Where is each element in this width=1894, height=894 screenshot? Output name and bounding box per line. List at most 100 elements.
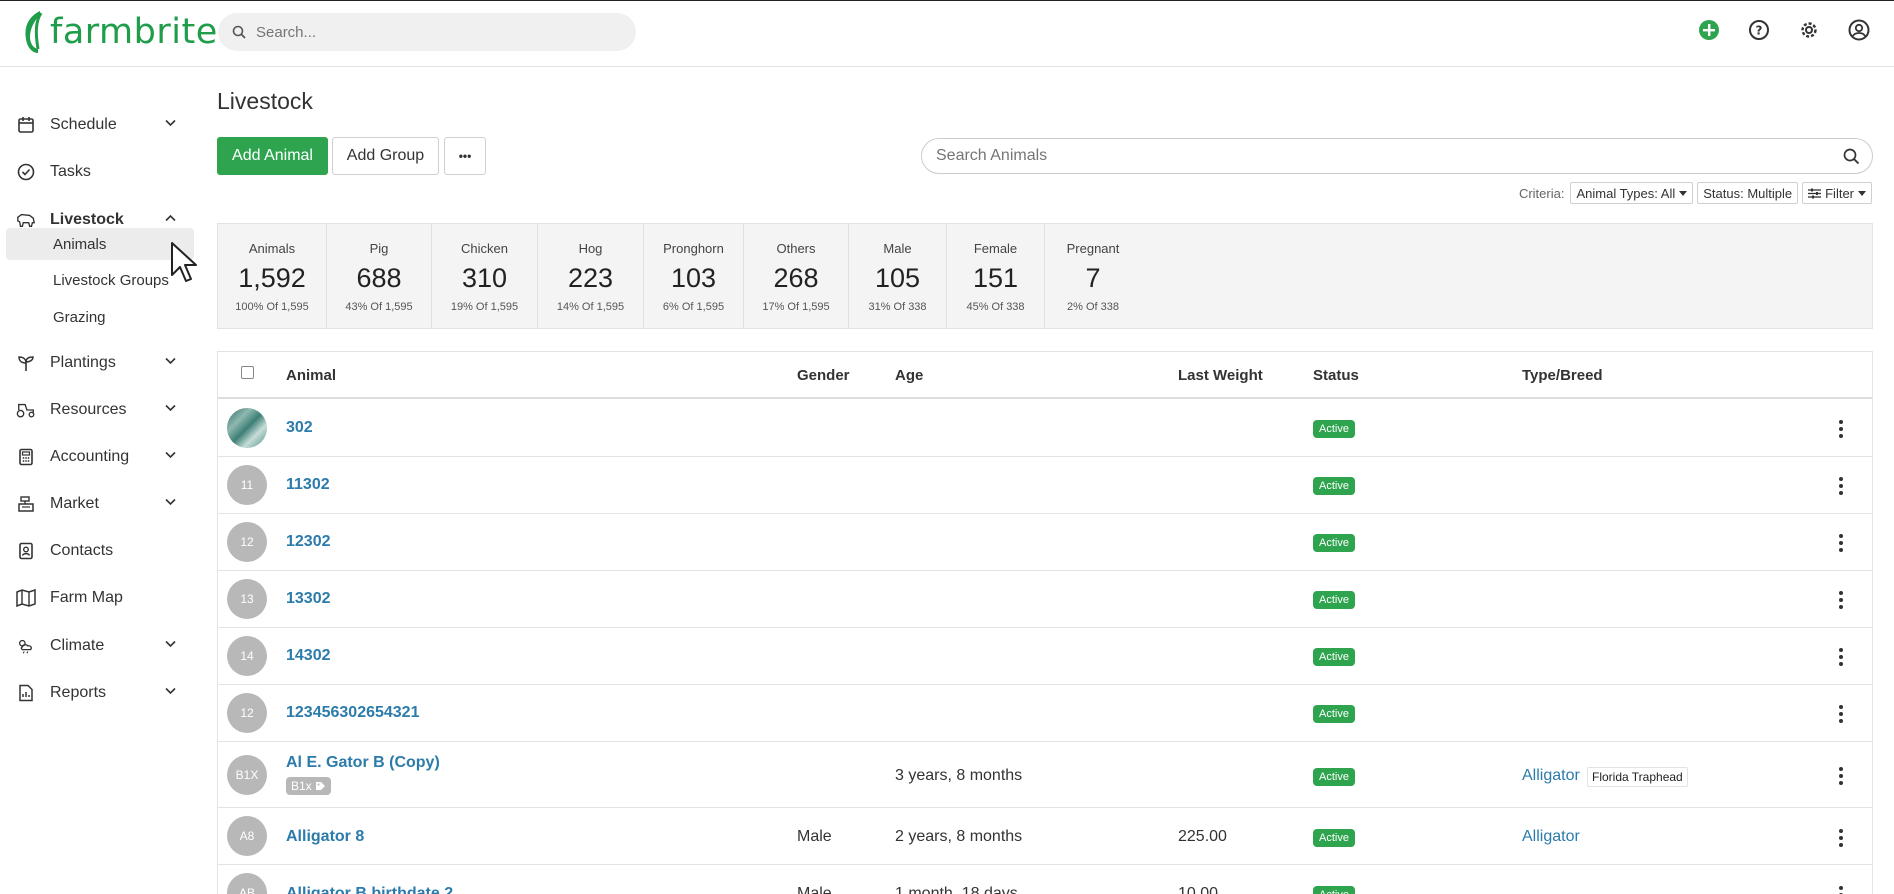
status-badge: Active [1313,648,1355,666]
sidebar-item-label: Reports [50,684,107,701]
sidebar-item-resources[interactable]: Resources [0,392,195,428]
sidebar: Schedule Tasks Livestock Animals Livesto… [0,68,200,894]
status-badge: Active [1313,591,1355,609]
sidebar-item-climate[interactable]: Climate [0,628,195,664]
tag-icon [315,782,325,790]
row-actions-icon[interactable] [1838,829,1844,847]
global-search-input[interactable] [256,23,616,41]
stat-others[interactable]: Others 268 17% Of 1,595 [744,224,849,328]
animal-name-link[interactable]: Al E. Gator B (Copy) [286,754,440,772]
stat-animals[interactable]: Animals 1,592 100% Of 1,595 [218,224,327,328]
table-row[interactable]: 11 11302 Active [218,457,1872,514]
sidebar-item-label: Livestock [50,211,124,228]
animal-avatar[interactable]: AB [227,873,267,894]
animal-tag[interactable]: B1x [286,777,331,795]
sidebar-item-label: Plantings [50,354,116,371]
search-icon[interactable] [1843,148,1860,165]
sidebar-subitem-livestock-groups[interactable]: Livestock Groups [6,264,194,296]
animal-avatar[interactable]: 11 [227,465,267,505]
sidebar-item-tasks[interactable]: Tasks [0,154,195,190]
stat-pronghorn[interactable]: Pronghorn 103 6% Of 1,595 [644,224,744,328]
sidebar-item-market[interactable]: Market [0,486,195,522]
row-actions-icon[interactable] [1838,705,1844,723]
stat-chicken[interactable]: Chicken 310 19% Of 1,595 [432,224,538,328]
gear-icon[interactable] [1796,17,1822,43]
animal-name-link[interactable]: 14302 [286,647,331,665]
animal-name-link[interactable]: Alligator 8 [286,828,364,846]
animal-type-link[interactable]: Alligator [1522,767,1580,785]
column-header-gender[interactable]: Gender [797,367,850,384]
animal-name-link[interactable]: 13302 [286,590,331,608]
column-header-last-weight[interactable]: Last Weight [1178,367,1263,384]
animal-search-input[interactable] [936,147,1816,165]
stat-hog[interactable]: Hog 223 14% Of 1,595 [538,224,644,328]
table-row[interactable]: AB Alligator B birthdate 2 Male 1 month,… [218,865,1872,894]
status-criteria-button[interactable]: Status: Multiple [1697,182,1799,204]
column-header-age[interactable]: Age [895,367,923,384]
add-group-button[interactable]: Add Group [332,137,439,175]
add-circle-icon[interactable] [1696,17,1722,43]
select-all-checkbox[interactable] [241,366,254,379]
table-row[interactable]: 12 12302 Active [218,514,1872,571]
animal-avatar[interactable]: 14 [227,636,267,676]
row-actions-icon[interactable] [1838,477,1844,495]
column-header-type-breed[interactable]: Type/Breed [1522,367,1603,384]
animal-search[interactable] [921,138,1873,174]
table-row[interactable]: 13 13302 Active [218,571,1872,628]
sidebar-item-label: Tasks [50,163,91,180]
row-actions-icon[interactable] [1838,648,1844,666]
stat-label: Pig [369,241,389,256]
row-actions-icon[interactable] [1838,420,1844,438]
add-animal-button[interactable]: Add Animal [217,137,328,175]
filter-dropdown[interactable]: Filter [1802,182,1872,204]
table-row[interactable]: A8 Alligator 8 Male 2 years, 8 months 22… [218,808,1872,865]
cash-register-icon [16,494,36,514]
stat-pig[interactable]: Pig 688 43% Of 1,595 [327,224,432,328]
row-actions-icon[interactable] [1838,886,1844,894]
sidebar-item-label: Accounting [50,448,130,465]
table-row[interactable]: 14 14302 Active [218,628,1872,685]
column-header-animal[interactable]: Animal [286,367,336,384]
animal-name-link[interactable]: Alligator B birthdate 2 [286,885,453,894]
table-row[interactable]: 302 Active [218,400,1872,457]
animal-avatar[interactable]: A8 [227,816,267,856]
sidebar-item-accounting[interactable]: Accounting [0,439,195,475]
table-row[interactable]: 12 123456302654321 Active [218,685,1872,742]
animal-name-link[interactable]: 123456302654321 [286,704,419,722]
animal-avatar[interactable]: 12 [227,693,267,733]
sidebar-item-contacts[interactable]: Contacts [0,533,195,569]
sprout-icon [16,353,36,373]
animal-types-dropdown[interactable]: Animal Types: All [1570,182,1694,204]
user-icon[interactable] [1846,17,1872,43]
animal-photo[interactable] [227,408,267,448]
row-actions-icon[interactable] [1838,591,1844,609]
sidebar-item-reports[interactable]: Reports [0,675,195,711]
row-actions-icon[interactable] [1838,534,1844,552]
stat-pregnant[interactable]: Pregnant 7 2% Of 338 [1045,224,1141,328]
sidebar-subitem-animals[interactable]: Animals [6,228,194,260]
sidebar-item-plantings[interactable]: Plantings [0,345,195,381]
column-header-status[interactable]: Status [1313,367,1359,384]
stat-female[interactable]: Female 151 45% Of 338 [947,224,1045,328]
animal-name-link[interactable]: 11302 [286,476,330,494]
help-icon[interactable]: ? [1746,17,1772,43]
animal-name-link[interactable]: 12302 [286,533,331,551]
animal-name-link[interactable]: 302 [286,419,313,437]
sidebar-item-schedule[interactable]: Schedule [0,107,195,143]
table-row[interactable]: B1X Al E. Gator B (Copy) B1x 3 years, 8 … [218,742,1872,808]
animal-types-label: Animal Types: All [1576,185,1676,201]
more-options-button[interactable]: ••• [444,137,486,175]
sidebar-item-farm-map[interactable]: Farm Map [0,580,195,616]
farmbrite-logo[interactable]: farmbrite [20,9,218,55]
filter-sliders-icon [1808,188,1822,198]
stat-male[interactable]: Male 105 31% Of 338 [849,224,947,328]
animal-avatar[interactable]: 12 [227,522,267,562]
sidebar-subitem-grazing[interactable]: Grazing [6,301,194,333]
stat-percent: 31% Of 338 [868,301,927,313]
animal-avatar[interactable]: 13 [227,579,267,619]
global-search[interactable] [218,13,636,51]
animal-avatar[interactable]: B1X [227,755,267,795]
animal-type-link[interactable]: Alligator [1522,828,1580,846]
row-actions-icon[interactable] [1838,767,1844,785]
animal-gender: Male [797,885,832,894]
